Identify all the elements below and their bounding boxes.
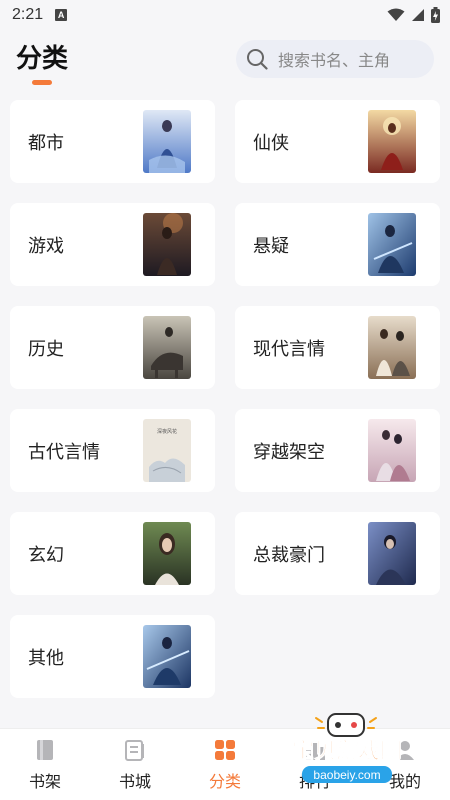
- category-label: 都市: [28, 132, 64, 154]
- book-cover-image: [143, 316, 191, 379]
- tab-label: 书城: [118, 771, 151, 791]
- header: 分类 搜索书名、主角: [0, 30, 450, 90]
- page-title: 分类: [16, 44, 69, 74]
- tab-label: 我的: [388, 771, 421, 791]
- search-placeholder: 搜索书名、主角: [278, 51, 391, 70]
- tab-bookstore[interactable]: 书城: [90, 729, 180, 800]
- category-card-chuanyuejiakong[interactable]: 穿越架空: [235, 409, 440, 492]
- bottom-tab-bar: 书架 书城 分类 排行 我的: [0, 728, 450, 800]
- category-grid: 都市 仙侠 游戏 悬疑 历史 现代言情 古代言情 深夜风花 穿越架空 玄幻 总裁…: [10, 100, 440, 698]
- category-card-xiandaiyanqing[interactable]: 现代言情: [235, 306, 440, 389]
- category-label: 仙侠: [253, 132, 289, 154]
- book-cover-image: [368, 316, 416, 379]
- status-icons: [387, 7, 440, 23]
- search-icon: [247, 49, 268, 70]
- category-label: 玄幻: [28, 544, 64, 566]
- book-cover-image: [143, 213, 191, 276]
- tab-category[interactable]: 分类: [180, 729, 270, 800]
- bookshelf-icon: [37, 739, 53, 760]
- title-underline: [32, 80, 52, 85]
- book-cover-image: [368, 522, 416, 585]
- tab-label: 书架: [28, 771, 61, 791]
- category-card-youxi[interactable]: 游戏: [10, 203, 215, 286]
- svg-text:深夜风花: 深夜风花: [157, 428, 177, 435]
- category-icon: [215, 739, 235, 760]
- accessibility-notification-icon: A: [55, 9, 68, 21]
- signal-icon: [412, 9, 424, 21]
- book-cover-image: [143, 625, 191, 688]
- category-label: 穿越架空: [253, 441, 325, 463]
- category-label: 现代言情: [253, 338, 325, 360]
- category-card-xuanyi[interactable]: 悬疑: [235, 203, 440, 286]
- tab-ranking[interactable]: 排行: [270, 729, 360, 800]
- category-card-xuanhuan[interactable]: 玄幻: [10, 512, 215, 595]
- tab-label: 排行: [298, 771, 331, 791]
- book-cover-image: [368, 213, 416, 276]
- status-time: 2:21: [12, 6, 44, 23]
- book-cover-image: [143, 110, 191, 173]
- category-card-lishi[interactable]: 历史: [10, 306, 215, 389]
- search-input[interactable]: 搜索书名、主角: [236, 40, 434, 78]
- category-label: 总裁豪门: [253, 544, 325, 566]
- book-cover-image: [368, 110, 416, 173]
- ranking-icon: [306, 742, 325, 760]
- tab-bookshelf[interactable]: 书架: [0, 729, 90, 800]
- tab-profile[interactable]: 我的: [360, 729, 450, 800]
- book-cover-image: 深夜风花: [143, 419, 191, 482]
- profile-icon: [396, 740, 414, 760]
- category-card-gudaiyanqing[interactable]: 古代言情 深夜风花: [10, 409, 215, 492]
- battery-icon: [431, 7, 440, 23]
- status-bar: 2:21 A: [0, 0, 450, 30]
- category-label: 古代言情: [28, 441, 100, 463]
- category-card-dushi[interactable]: 都市: [10, 100, 215, 183]
- category-label: 历史: [28, 338, 64, 360]
- book-cover-image: [368, 419, 416, 482]
- category-card-xianxia[interactable]: 仙侠: [235, 100, 440, 183]
- category-card-zongcaihaomen[interactable]: 总裁豪门: [235, 512, 440, 595]
- bookstore-icon: [125, 739, 144, 761]
- category-label: 游戏: [28, 235, 64, 257]
- wifi-icon: [387, 8, 405, 21]
- category-card-qita[interactable]: 其他: [10, 615, 215, 698]
- book-cover-image: [143, 522, 191, 585]
- tab-label: 分类: [208, 771, 241, 791]
- category-label: 其他: [28, 647, 64, 669]
- category-label: 悬疑: [253, 235, 289, 257]
